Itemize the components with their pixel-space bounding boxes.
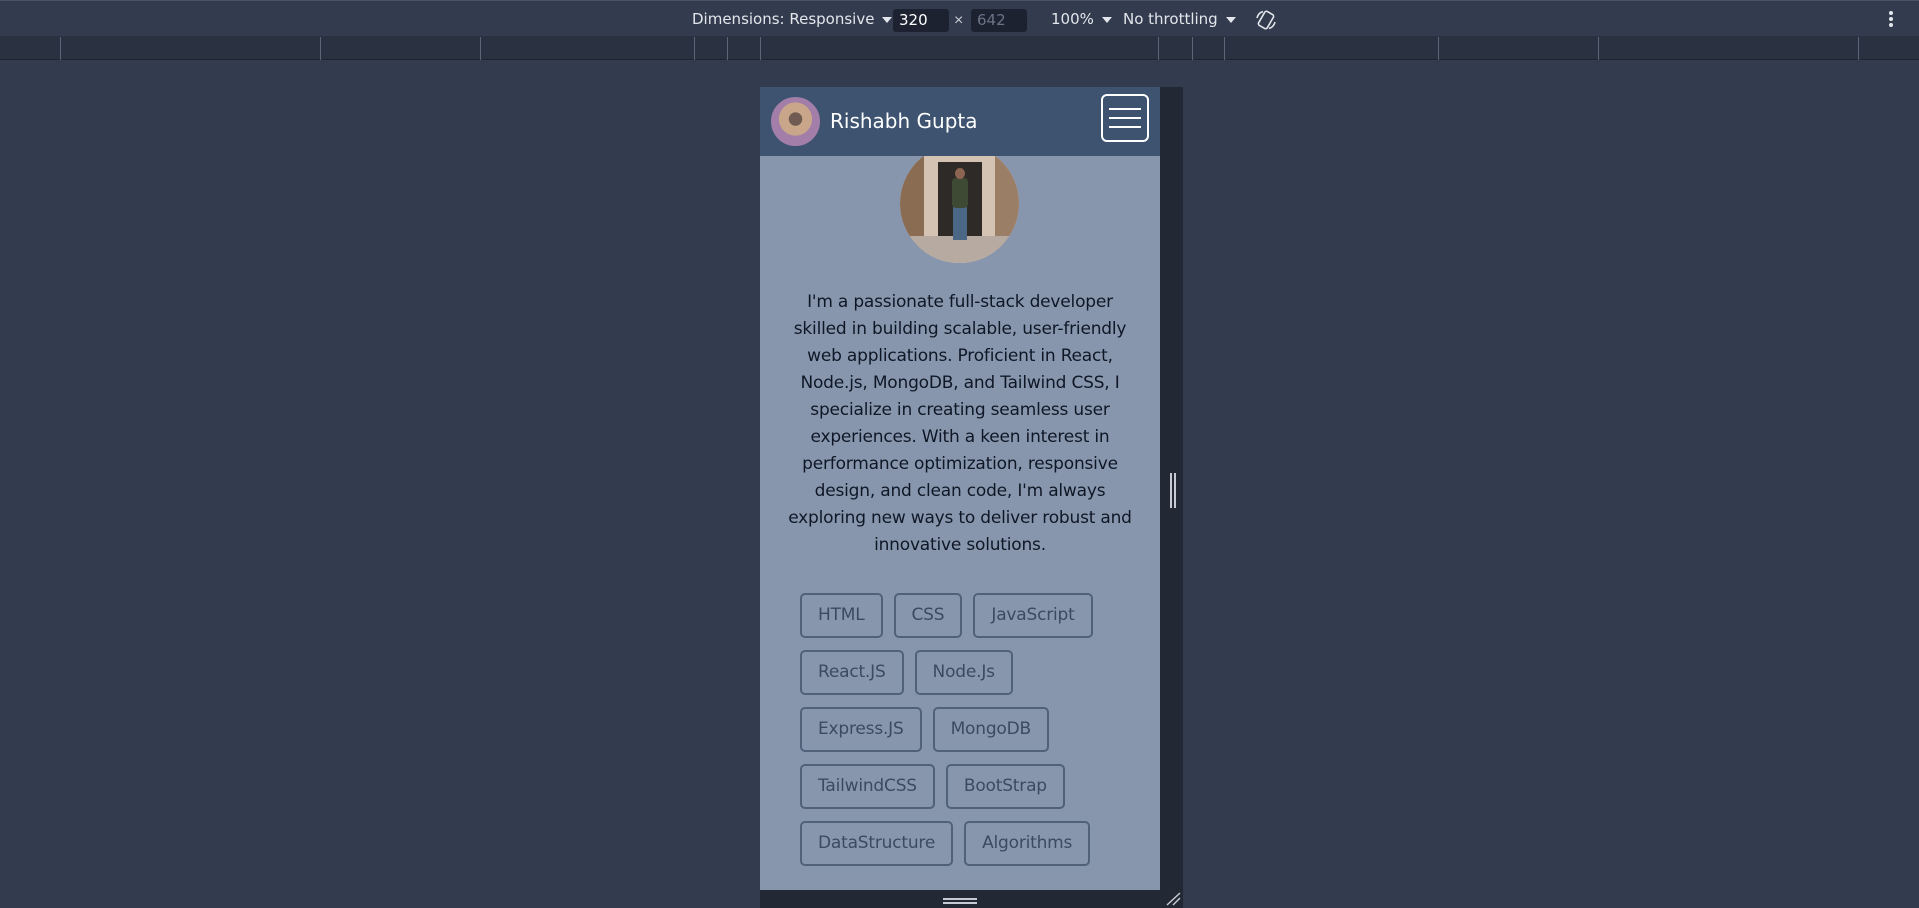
kebab-menu-icon[interactable] [1888,10,1894,30]
dimensions-dropdown[interactable]: Dimensions: Responsive [692,1,893,38]
throttling-dropdown[interactable]: No throttling [1123,1,1236,38]
site-title[interactable]: Rishabh Gupta [830,87,978,156]
chevron-down-icon [882,16,893,23]
device-toolbar: Dimensions: Responsive 320 × 642 100% No… [0,0,1919,37]
skill-tag: TailwindCSS [800,764,935,809]
zoom-dropdown[interactable]: 100% [1051,1,1112,38]
skill-tag: Node.Js [914,650,1013,695]
device-frame: Rishabh Gupta I'm a passionate full-stac… [760,87,1183,908]
skill-row: HTML CSS JavaScript [800,593,1130,638]
throttling-label: No throttling [1123,10,1218,28]
skill-row: DataStructure Algorithms [800,821,1130,866]
skill-tag: JavaScript [973,593,1093,638]
drag-handle-icon[interactable] [943,898,977,904]
skill-tag: BootStrap [945,764,1065,809]
page-viewport: Rishabh Gupta I'm a passionate full-stac… [760,87,1160,890]
resize-corner-icon[interactable] [1165,892,1181,906]
skill-tag: React.JS [800,650,904,695]
skill-row: React.JS Node.Js [800,650,1130,695]
media-query-ruler [0,37,1919,60]
bio-text: I'm a passionate full-stack developer sk… [788,292,1132,555]
skill-row: TailwindCSS BootStrap [800,764,1130,809]
dimensions-label: Dimensions: Responsive [692,10,875,28]
skill-tag: MongoDB [932,707,1049,752]
navbar: Rishabh Gupta [760,87,1160,156]
skill-row: Express.JS MongoDB [800,707,1130,752]
profile-photo [900,144,1019,263]
skill-tag: CSS [893,593,963,638]
skills-list: HTML CSS JavaScript React.JS Node.Js Express.… [800,593,1130,878]
times-separator: × [954,12,964,29]
skill-tag: Algorithms [964,821,1091,866]
chevron-down-icon [1225,16,1236,23]
skill-tag: HTML [800,593,883,638]
height-input[interactable]: 642 [971,9,1027,32]
skill-tag: DataStructure [800,821,954,866]
avatar[interactable] [770,96,821,147]
zoom-label: 100% [1051,10,1094,28]
rotate-icon[interactable] [1254,8,1278,32]
skill-tag: Express.JS [800,707,922,752]
drag-handle-icon[interactable] [1170,473,1176,508]
hamburger-menu-button[interactable] [1101,94,1149,142]
width-input[interactable]: 320 [893,9,949,32]
chevron-down-icon [1101,16,1112,23]
